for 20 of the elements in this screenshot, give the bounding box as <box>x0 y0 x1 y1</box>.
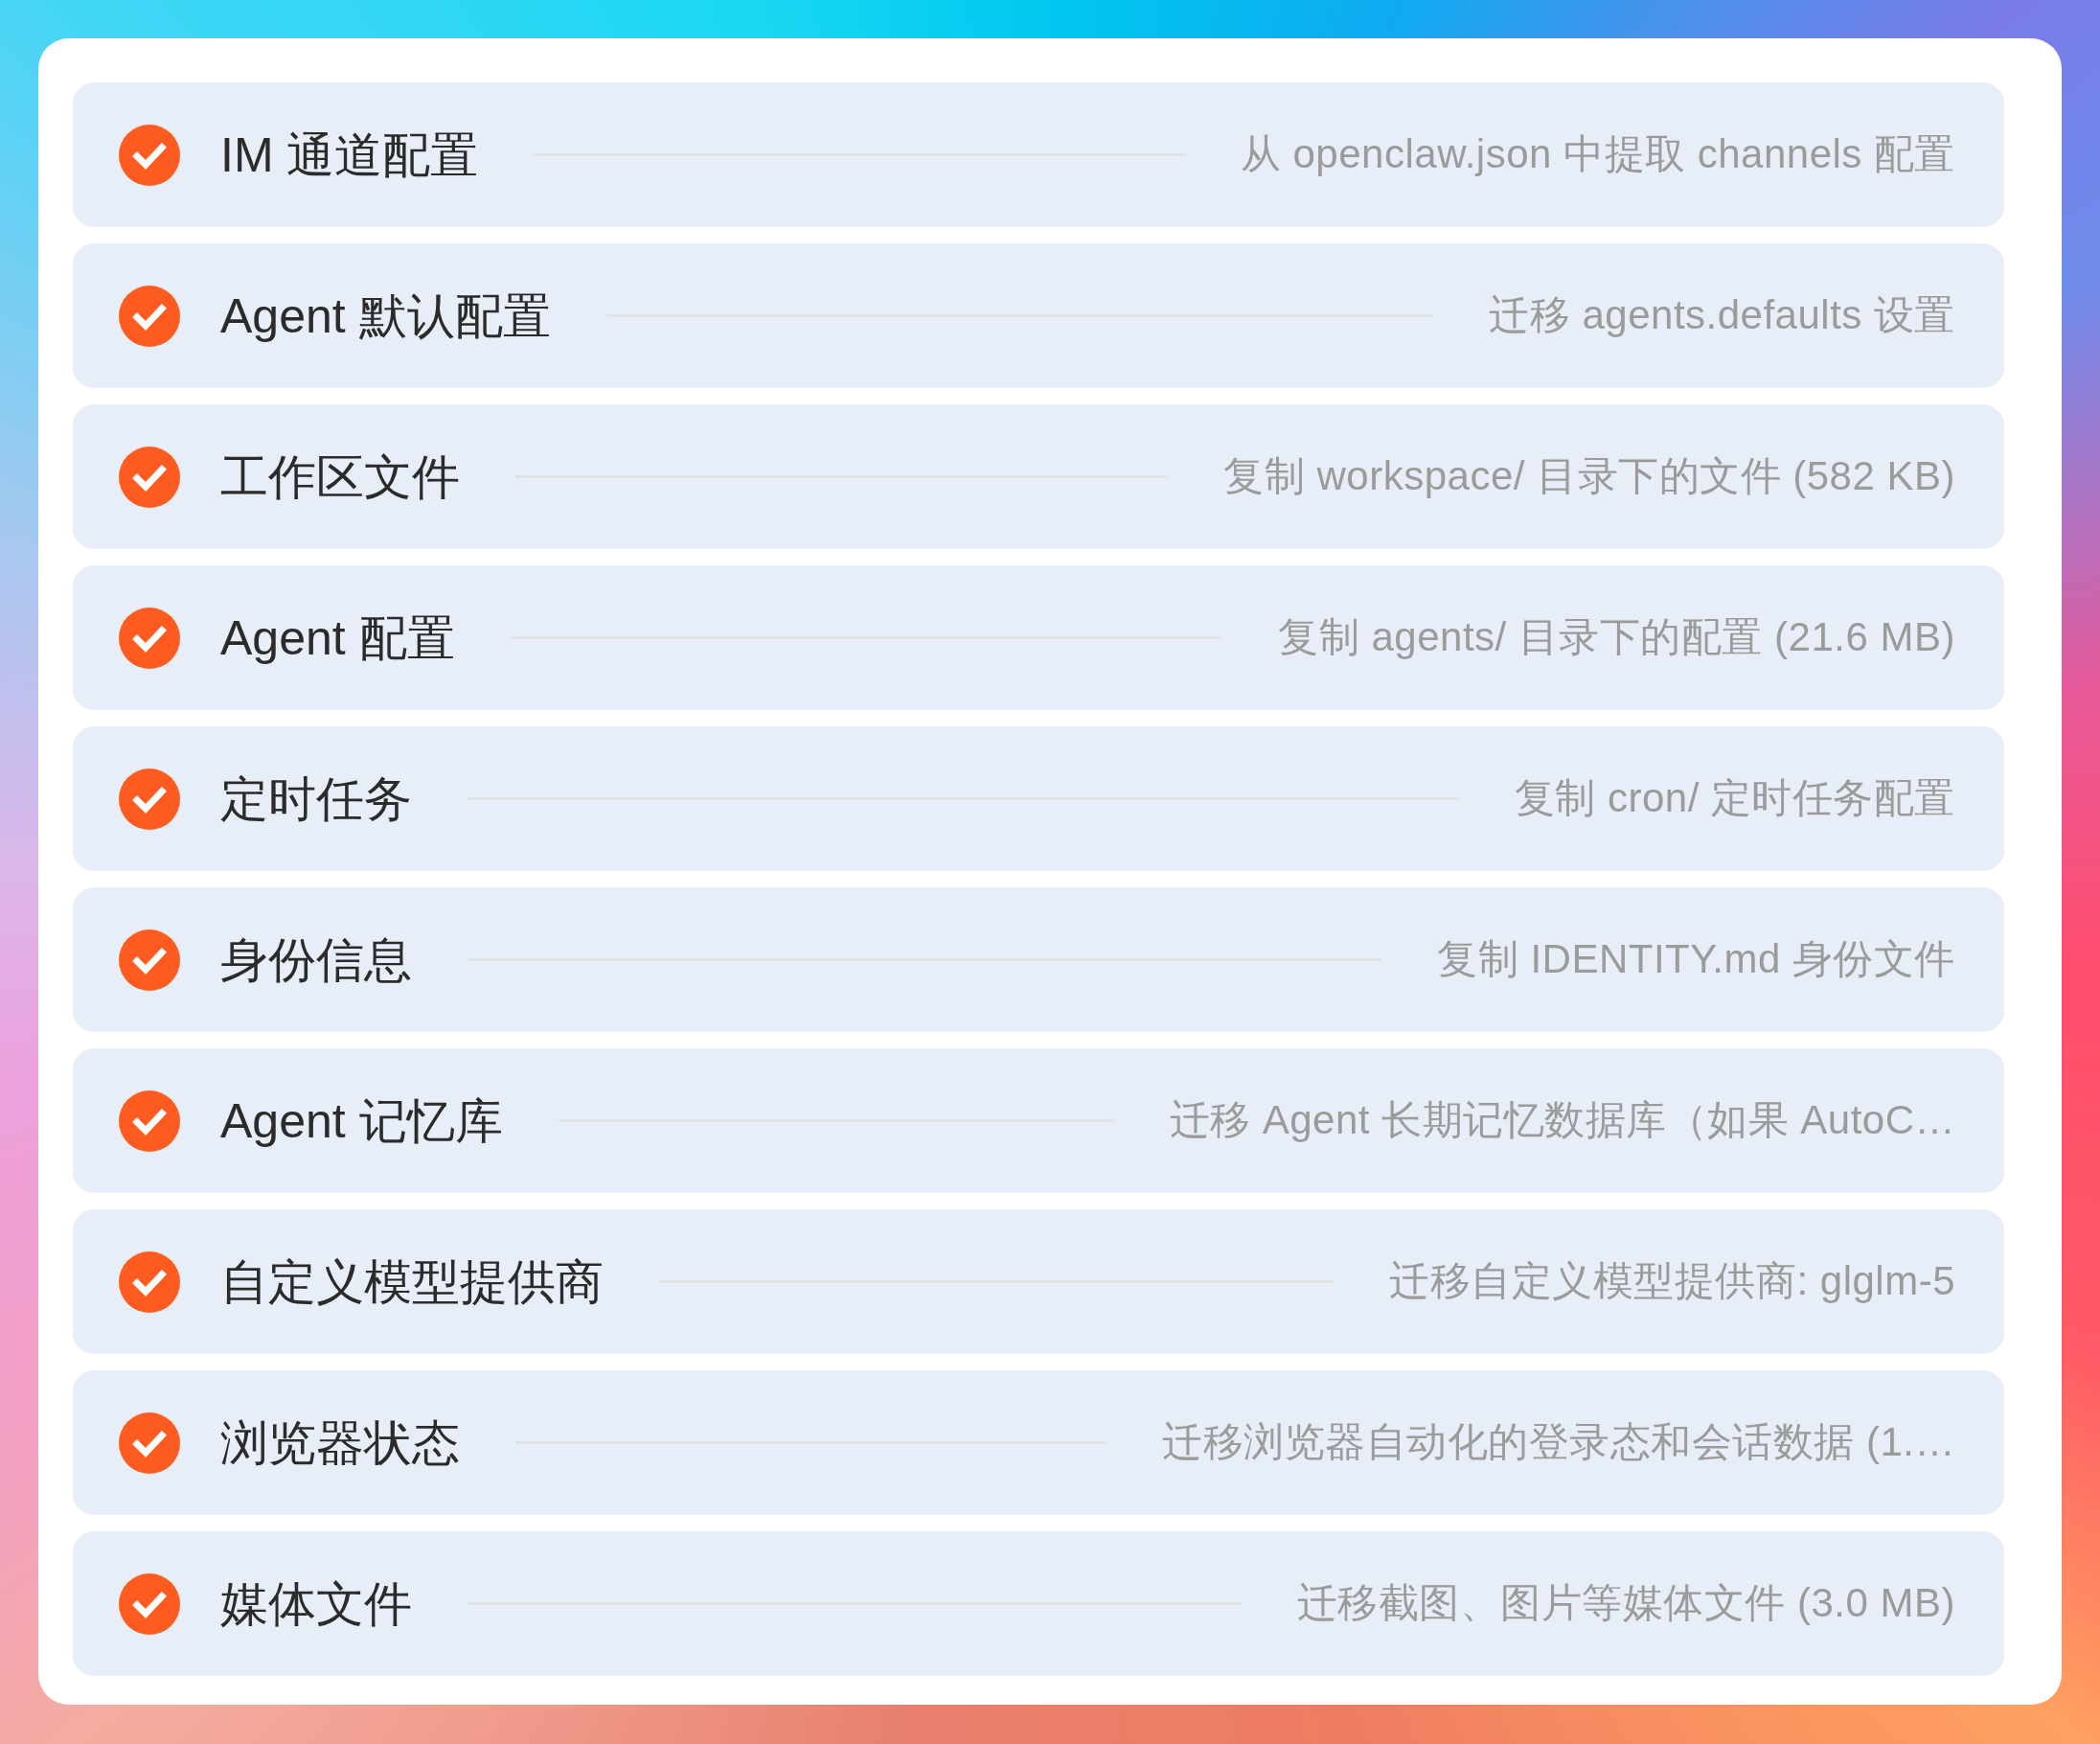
item-description: 从 openclaw.json 中提取 channels 配置 <box>1240 130 1955 179</box>
item-title: 自定义模型提供商 <box>220 1253 604 1311</box>
item-title: Agent 默认配置 <box>220 287 551 345</box>
item-title: Agent 记忆库 <box>220 1092 503 1150</box>
item-description: 复制 IDENTITY.md 身份文件 <box>1437 935 1955 984</box>
item-description: 迁移浏览器自动化的登录态和会话数据 (1.… <box>1162 1418 1955 1467</box>
item-title: IM 通道配置 <box>220 126 479 184</box>
item-title: 定时任务 <box>220 770 412 828</box>
item-description: 迁移自定义模型提供商: glglm-5 <box>1389 1257 1955 1306</box>
item-description: 迁移 Agent 长期记忆数据库（如果 AutoC… <box>1169 1096 1955 1145</box>
item-title: 工作区文件 <box>220 448 460 506</box>
item-title: 浏览器状态 <box>220 1414 460 1472</box>
item-description: 复制 cron/ 定时任务配置 <box>1514 774 1955 823</box>
item-description: 迁移截图、图片等媒体文件 (3.0 MB) <box>1296 1579 1955 1628</box>
item-title: 媒体文件 <box>220 1575 412 1633</box>
item-description: 复制 agents/ 目录下的配置 (21.6 MB) <box>1278 613 1955 662</box>
item-description: 迁移 agents.defaults 设置 <box>1489 291 1955 340</box>
item-description: 复制 workspace/ 目录下的文件 (582 KB) <box>1223 452 1955 501</box>
item-title: Agent 配置 <box>220 609 455 667</box>
item-title: 身份信息 <box>220 931 412 989</box>
